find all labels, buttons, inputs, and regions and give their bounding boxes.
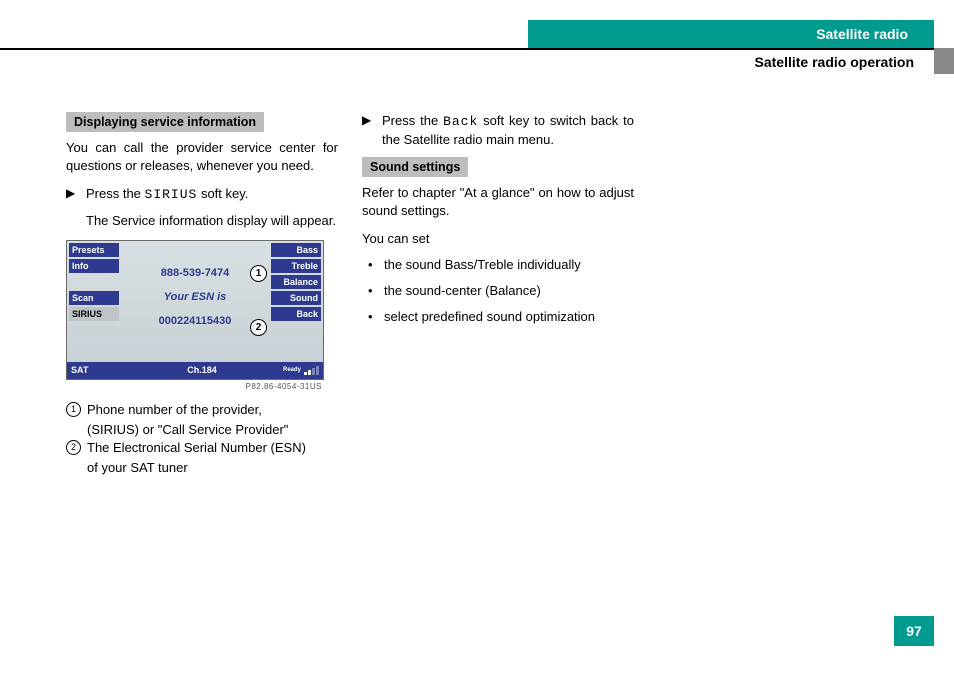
softkey-bass: Bass — [271, 243, 321, 257]
list-item: • the sound Bass/Treble individually — [368, 256, 634, 274]
sound-options-list: • the sound Bass/Treble individually • t… — [368, 256, 634, 326]
list-text: the sound Bass/Treble individually — [384, 256, 581, 274]
device-right-softkeys: Bass Treble Balance Sound Back — [271, 243, 321, 321]
softkey-presets: Presets — [69, 243, 119, 257]
list-item: • select predefined sound optimization — [368, 308, 634, 326]
list-item: • the sound-center (Balance) — [368, 282, 634, 300]
text: Press the — [382, 113, 443, 128]
step-result: The Service information display will app… — [86, 212, 338, 230]
softkey-info: Info — [69, 259, 119, 273]
softkey-blank — [69, 275, 119, 289]
section-title: Satellite radio operation — [755, 54, 914, 70]
step-text: Press the SIRIUS soft key. — [86, 185, 338, 204]
step-arrow-icon: ▶ — [66, 185, 86, 204]
softkey-sirius: SIRIUS — [145, 187, 198, 202]
figure-code: P82.86-4054-31US — [66, 382, 324, 391]
legend-item-1: 1 Phone number of the provider, — [66, 401, 338, 419]
provider-phone: 888-539-7474 — [123, 267, 267, 279]
chapter-tab: Satellite radio — [528, 20, 934, 48]
sound-para-2: You can set — [362, 230, 634, 248]
step-press-back: ▶ Press the Back soft key to switch back… — [362, 112, 634, 149]
bullet-icon: • — [368, 282, 384, 300]
text: Press the — [86, 186, 145, 201]
section-heading-sound: Sound settings — [362, 157, 468, 177]
sound-para-1: Refer to chapter "At a glance" on how to… — [362, 184, 634, 220]
softkey-sirius-active: SIRIUS — [69, 307, 119, 321]
softkey-back-label: Back — [443, 114, 478, 129]
softkey-scan: Scan — [69, 291, 119, 305]
bullet-icon: • — [368, 308, 384, 326]
legend-text-1: Phone number of the provider, — [87, 401, 338, 419]
softkey-sound: Sound — [271, 291, 321, 305]
legend-text-2b: of your SAT tuner — [87, 459, 338, 477]
edge-thumb-tab — [934, 48, 954, 74]
intro-paragraph: You can call the provider service center… — [66, 139, 338, 175]
device-screen: Presets Info Scan SIRIUS Bass Treble Bal… — [66, 240, 324, 380]
esn-label: Your ESN is — [123, 291, 267, 303]
status-ready-label: Ready — [283, 367, 301, 373]
softkey-back: Back — [271, 307, 321, 321]
header-rule — [0, 48, 934, 50]
signal-bars-icon — [304, 366, 319, 375]
text: soft key. — [197, 186, 248, 201]
device-screenshot: Presets Info Scan SIRIUS Bass Treble Bal… — [66, 240, 324, 391]
section-heading-displaying: Displaying service information — [66, 112, 264, 132]
legend-text-1b: (SIRIUS) or "Call Service Provider" — [87, 421, 338, 439]
legend-item-2: 2 The Electronical Serial Number (ESN) — [66, 439, 338, 457]
list-text: the sound-center (Balance) — [384, 282, 541, 300]
list-text: select predefined sound optimization — [384, 308, 595, 326]
device-left-softkeys: Presets Info Scan SIRIUS — [69, 243, 119, 321]
figure-legend: 1 Phone number of the provider, (SIRIUS)… — [66, 401, 338, 477]
softkey-treble: Treble — [271, 259, 321, 273]
legend-number-1-icon: 1 — [66, 402, 81, 417]
page-number: 97 — [894, 616, 934, 646]
legend-text-2: The Electronical Serial Number (ESN) — [87, 439, 338, 457]
column-right: ▶ Press the Back soft key to switch back… — [362, 112, 634, 477]
device-status-bar: SAT Ch.184 Ready — [67, 362, 323, 379]
callout-1-icon: 1 — [250, 265, 267, 282]
step-press-sirius: ▶ Press the SIRIUS soft key. — [66, 185, 338, 204]
legend-number-2-icon: 2 — [66, 440, 81, 455]
esn-value: 000224115430 — [123, 315, 267, 327]
column-left: Displaying service information You can c… — [66, 112, 338, 477]
step-text: Press the Back soft key to switch back t… — [382, 112, 634, 149]
bullet-icon: • — [368, 256, 384, 274]
status-mode: SAT — [71, 365, 121, 375]
page-content: Displaying service information You can c… — [66, 112, 636, 477]
softkey-balance: Balance — [271, 275, 321, 289]
callout-2-icon: 2 — [250, 319, 267, 336]
step-arrow-icon: ▶ — [362, 112, 382, 149]
status-channel: Ch.184 — [121, 365, 283, 375]
device-center-display: 888-539-7474 Your ESN is 000224115430 — [123, 261, 267, 327]
